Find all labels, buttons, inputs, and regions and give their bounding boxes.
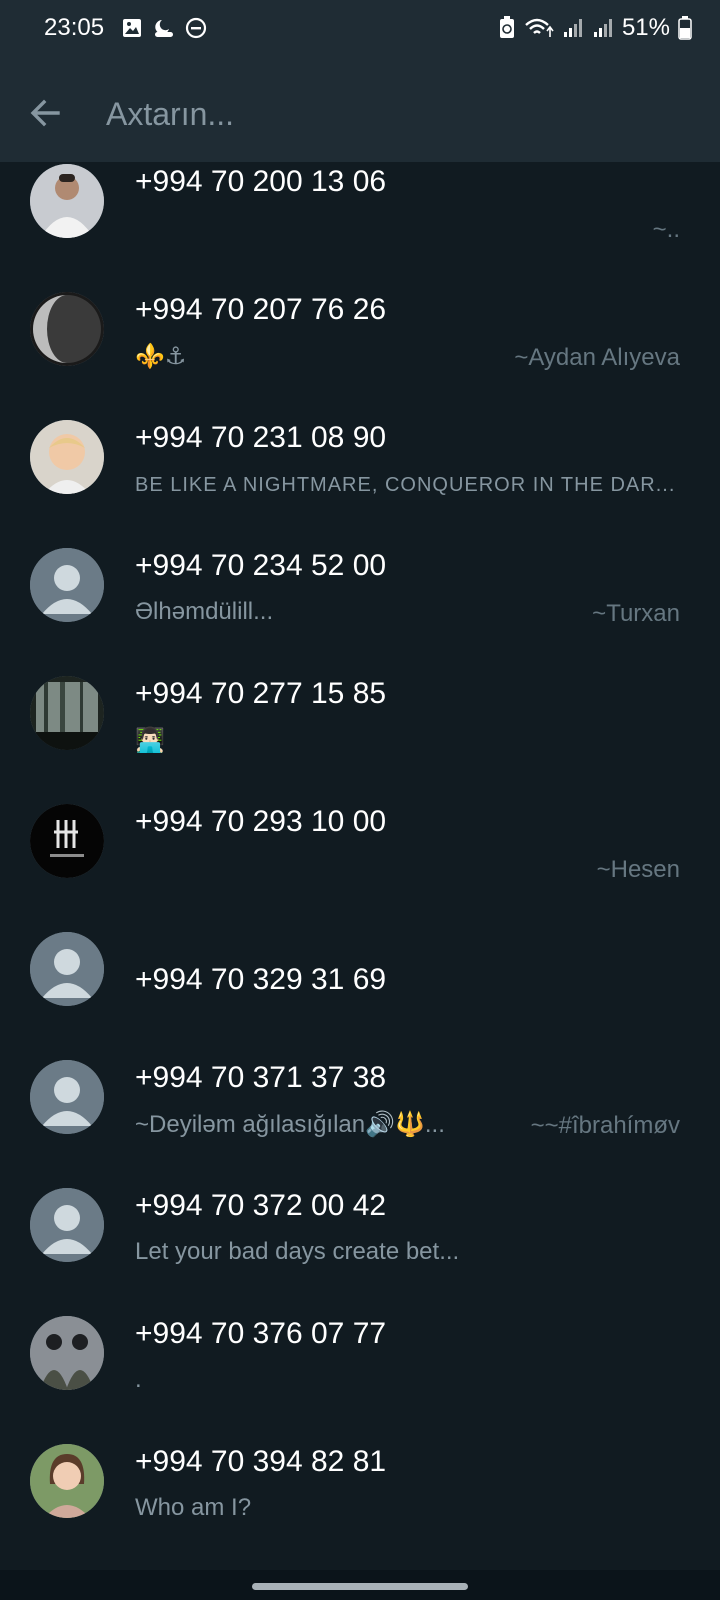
back-button[interactable] [22,90,68,136]
contact-row[interactable]: +994 70 372 00 42 Let your bad days creat… [0,1186,720,1314]
weather-icon [155,20,173,37]
contact-name: +994 70 394 82 81 [135,1445,387,1478]
contact-row[interactable]: +994 70 394 82 81 Who am I? [0,1442,720,1570]
contact-status: BE LIKE A NIGHTMARE, CONQUEROR IN THE DA… [135,474,676,496]
contact-row[interactable]: +994 70 277 15 85 👨🏻‍💻 [0,674,720,802]
avatar[interactable] [30,292,104,366]
contact-status: 👨🏻‍💻 [135,727,165,754]
contact-row[interactable]: +994 70 329 31 69 [0,930,720,1058]
contact-row[interactable]: +994 70 376 07 77. [0,1314,720,1442]
contact-status: Let your bad days create bet... [135,1238,460,1265]
contact-name: +994 70 234 52 00 [135,549,387,582]
contact-alias: ~Aydan Alıyeva [514,344,680,371]
contact-status: . [135,1366,142,1393]
status-right: 51% [498,14,692,42]
contact-name: +994 70 329 31 69 [135,963,387,996]
signal-icon [563,19,582,37]
avatar[interactable] [30,1060,104,1134]
contact-status: Əlhəmdülill... [135,598,274,625]
contact-name: +994 70 293 10 00 [135,805,387,838]
avatar[interactable] [30,932,104,1006]
contact-alias: ~Hesen [596,856,680,883]
contact-row[interactable]: +994 70 200 13 06 ~.. [0,162,720,290]
contact-name: +994 70 371 37 38 [135,1061,387,1094]
contact-name: +994 70 277 15 85 [135,677,387,710]
contact-alias: ~~#îbrahímøv [530,1112,680,1139]
contact-name: +994 70 207 76 26 [135,293,387,326]
contact-name: +994 70 231 08 90 [135,421,387,454]
contact-row[interactable]: +994 70 371 37 38 ~Deyiləm ağılasığılan🔊🔱… [0,1058,720,1186]
contact-row[interactable]: +994 70 234 52 00 Əlhəmdülill... ~Turxan [0,546,720,674]
contact-alias: ~.. [652,216,680,243]
avatar[interactable] [30,1444,104,1518]
battery-saver-icon [499,16,514,38]
avatar[interactable] [30,1188,104,1262]
contact-name: +994 70 376 07 77 [135,1317,387,1350]
contact-name: +994 70 372 00 42 [135,1189,387,1222]
dnd-icon [185,17,207,39]
signal-icon [593,19,612,37]
avatar[interactable] [30,1316,104,1390]
contact-row[interactable]: +994 70 231 08 90 BE LIKE A NIGHTMARE, CO… [0,418,720,546]
battery-percent: 51% [621,14,670,41]
arrow-back-icon [30,99,60,127]
contact-list: +994 70 200 13 06 ~.. +994 70 207 76 26 ⚜️⚓… [0,162,720,1570]
search-bar [0,70,720,156]
app-header: 23:05 51% Axtarın... [0,0,720,162]
status-left-icons [121,17,207,39]
status-bar: 23:05 51% [0,0,720,58]
search-input[interactable] [104,88,668,140]
contact-status: ~Deyiləm ağılasığılan🔊🔱... [135,1111,445,1138]
battery-icon [678,16,692,40]
contact-alias: ~Turxan [592,600,680,627]
avatar[interactable] [30,164,104,238]
status-time: 23:05 [44,14,105,41]
contact-name: +994 70 200 13 06 [135,165,387,198]
home-indicator[interactable] [252,1583,468,1590]
wifi-icon [525,18,554,37]
contact-row[interactable]: +994 70 207 76 26 ⚜️⚓ ~Aydan Alıyeva [0,290,720,418]
contact-status: ⚜️⚓ [135,343,187,370]
avatar[interactable] [30,548,104,622]
avatar[interactable] [30,804,104,878]
contact-row[interactable]: +994 70 293 10 00 ~Hesen [0,802,720,930]
avatar[interactable] [30,420,104,494]
image-icon [123,19,141,37]
contact-status: Who am I? [135,1494,252,1521]
avatar[interactable] [30,676,104,750]
